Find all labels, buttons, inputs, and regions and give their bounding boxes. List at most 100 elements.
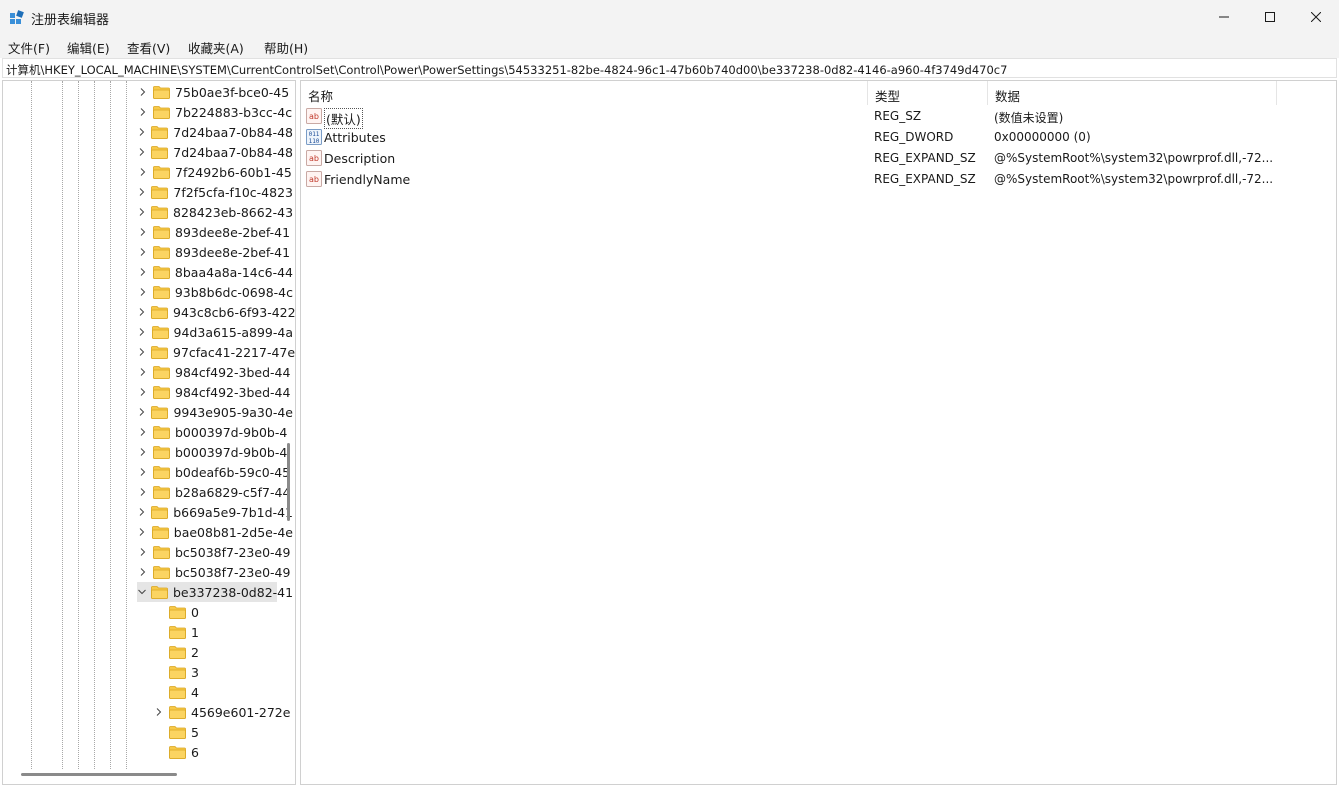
values-list-pane[interactable]: 名称 类型 数据 ab (默认) REG_SZ (数值未设置) 011 110 Attrib… xyxy=(300,80,1337,785)
menu-edit[interactable]: 编辑(E) xyxy=(67,38,110,57)
tree-item[interactable]: 7d24baa7-0b84-48 xyxy=(137,142,293,162)
chevron-right-icon[interactable] xyxy=(137,362,149,382)
tree-item[interactable]: be337238-0d82-41 xyxy=(137,582,293,602)
tree-item[interactable]: b000397d-9b0b-4 xyxy=(137,442,293,462)
chevron-right-icon[interactable] xyxy=(137,102,149,122)
chevron-right-icon[interactable] xyxy=(137,142,147,162)
registry-editor-icon xyxy=(10,10,24,24)
column-header-data[interactable]: 数据 xyxy=(988,81,1277,105)
folder-icon xyxy=(153,265,170,279)
chevron-right-icon[interactable] xyxy=(137,482,149,502)
value-type: REG_EXPAND_SZ xyxy=(874,172,976,186)
address-bar[interactable]: 计算机\HKEY_LOCAL_MACHINE\SYSTEM\CurrentCon… xyxy=(2,58,1337,78)
tree-item-label: 1 xyxy=(191,624,199,640)
value-row[interactable]: ab Description REG_EXPAND_SZ @%SystemRoot%\… xyxy=(301,148,1336,169)
tree-item[interactable]: 7d24baa7-0b84-48 xyxy=(137,122,293,142)
menu-view[interactable]: 查看(V) xyxy=(127,38,170,57)
tree-item[interactable]: 4569e601-272e xyxy=(153,702,293,722)
chevron-down-icon[interactable] xyxy=(137,582,147,602)
tree-item[interactable]: bae08b81-2d5e-4e xyxy=(137,522,293,542)
chevron-right-icon[interactable] xyxy=(137,302,147,322)
folder-icon xyxy=(169,685,186,699)
tree-item[interactable]: 94d3a615-a899-4a xyxy=(137,322,293,342)
tree-item[interactable]: b28a6829-c5f7-44 xyxy=(137,482,293,502)
column-header-type[interactable]: 类型 xyxy=(868,81,988,105)
chevron-right-icon[interactable] xyxy=(137,382,149,402)
chevron-right-icon[interactable] xyxy=(137,462,149,482)
value-row[interactable]: 011 110 Attributes REG_DWORD 0x00000000 (0) xyxy=(301,127,1336,148)
tree-item[interactable]: 7f2f5cfa-f10c-4823 xyxy=(137,182,293,202)
chevron-right-icon[interactable] xyxy=(137,442,149,462)
tree-guide-line xyxy=(78,81,79,769)
chevron-right-icon[interactable] xyxy=(137,402,147,422)
chevron-right-icon[interactable] xyxy=(137,242,149,262)
minimize-button[interactable] xyxy=(1201,0,1247,34)
tree-item[interactable]: 7b224883-b3cc-4c xyxy=(137,102,293,122)
tree-item[interactable]: 7f2492b6-60b1-45 xyxy=(137,162,293,182)
tree-item-label: 984cf492-3bed-44 xyxy=(175,384,291,400)
folder-icon xyxy=(153,425,170,439)
value-row[interactable]: ab (默认) REG_SZ (数值未设置) xyxy=(301,106,1336,129)
tree-item[interactable]: 5 xyxy=(153,722,293,742)
chevron-right-icon[interactable] xyxy=(137,202,147,222)
menu-help[interactable]: 帮助(H) xyxy=(264,38,308,57)
menu-favorites[interactable]: 收藏夹(A) xyxy=(188,38,244,57)
chevron-right-icon[interactable] xyxy=(137,182,147,202)
tree-vertical-scrollbar[interactable] xyxy=(287,443,290,521)
tree-item[interactable]: bc5038f7-23e0-49 xyxy=(137,562,293,582)
tree-item-label: 93b8b6dc-0698-4c xyxy=(174,284,293,300)
tree-item[interactable]: 93b8b6dc-0698-4c xyxy=(137,282,293,302)
tree-item[interactable]: 2 xyxy=(153,642,293,662)
value-row[interactable]: ab FriendlyName REG_EXPAND_SZ @%SystemRoot%… xyxy=(301,169,1336,190)
chevron-right-icon[interactable] xyxy=(137,342,147,362)
tree-item[interactable]: 8baa4a8a-14c6-44 xyxy=(137,262,293,282)
close-button[interactable] xyxy=(1293,0,1339,34)
tree-item[interactable]: 943c8cb6-6f93-422 xyxy=(137,302,296,322)
tree-item-label: 943c8cb6-6f93-422 xyxy=(173,304,296,320)
chevron-right-icon[interactable] xyxy=(137,322,148,342)
tree-item[interactable]: 984cf492-3bed-44 xyxy=(137,362,293,382)
chevron-right-icon[interactable] xyxy=(137,542,149,562)
tree-item-label: 7f2492b6-60b1-45 xyxy=(175,164,292,180)
tree-item[interactable]: 97cfac41-2217-47e xyxy=(137,342,295,362)
tree-item[interactable]: 893dee8e-2bef-41 xyxy=(137,242,293,262)
tree-item-label: 893dee8e-2bef-41 xyxy=(175,224,291,240)
tree-item[interactable]: 828423eb-8662-43 xyxy=(137,202,293,222)
tree-item[interactable]: 4 xyxy=(153,682,293,702)
tree-item[interactable]: 0 xyxy=(153,602,293,622)
menu-file[interactable]: 文件(F) xyxy=(8,38,50,57)
string-value-icon: ab xyxy=(306,108,322,124)
tree-item[interactable]: 6 xyxy=(153,742,293,762)
tree-item[interactable]: bc5038f7-23e0-49 xyxy=(137,542,293,562)
chevron-right-icon[interactable] xyxy=(153,702,165,722)
chevron-right-icon[interactable] xyxy=(137,122,147,142)
tree-item[interactable]: b669a5e9-7b1d-41 xyxy=(137,502,293,522)
chevron-right-icon[interactable] xyxy=(137,262,149,282)
chevron-right-icon[interactable] xyxy=(137,422,149,442)
folder-icon xyxy=(151,585,168,599)
tree-item[interactable]: 893dee8e-2bef-41 xyxy=(137,222,293,242)
tree-item[interactable]: 984cf492-3bed-44 xyxy=(137,382,293,402)
chevron-right-icon[interactable] xyxy=(137,562,149,582)
tree-item[interactable]: b0deaf6b-59c0-45 xyxy=(137,462,293,482)
column-header-name[interactable]: 名称 xyxy=(301,81,868,105)
chevron-right-icon[interactable] xyxy=(137,222,149,242)
maximize-button[interactable] xyxy=(1247,0,1293,34)
key-tree-pane[interactable]: 75b0ae3f-bce0-45 7b224883-b3cc-4c 7d24baa7… xyxy=(2,80,296,785)
chevron-right-icon[interactable] xyxy=(137,502,147,522)
menu-bar: 文件(F) 编辑(E) 查看(V) 收藏夹(A) 帮助(H) xyxy=(0,34,1339,58)
tree-item[interactable]: 9943e905-9a30-4e xyxy=(137,402,293,422)
chevron-right-icon[interactable] xyxy=(137,82,149,102)
tree-horizontal-scrollbar[interactable] xyxy=(21,773,177,776)
tree-item[interactable]: 1 xyxy=(153,622,293,642)
chevron-right-icon[interactable] xyxy=(137,522,148,542)
chevron-right-icon[interactable] xyxy=(137,162,149,182)
tree-item[interactable]: b000397d-9b0b-4 xyxy=(137,422,293,442)
tree-item[interactable]: 75b0ae3f-bce0-45 xyxy=(137,82,293,102)
tree-item[interactable]: 3 xyxy=(153,662,293,682)
folder-icon xyxy=(153,165,170,179)
chevron-right-icon[interactable] xyxy=(137,282,149,302)
folder-icon xyxy=(153,225,170,239)
